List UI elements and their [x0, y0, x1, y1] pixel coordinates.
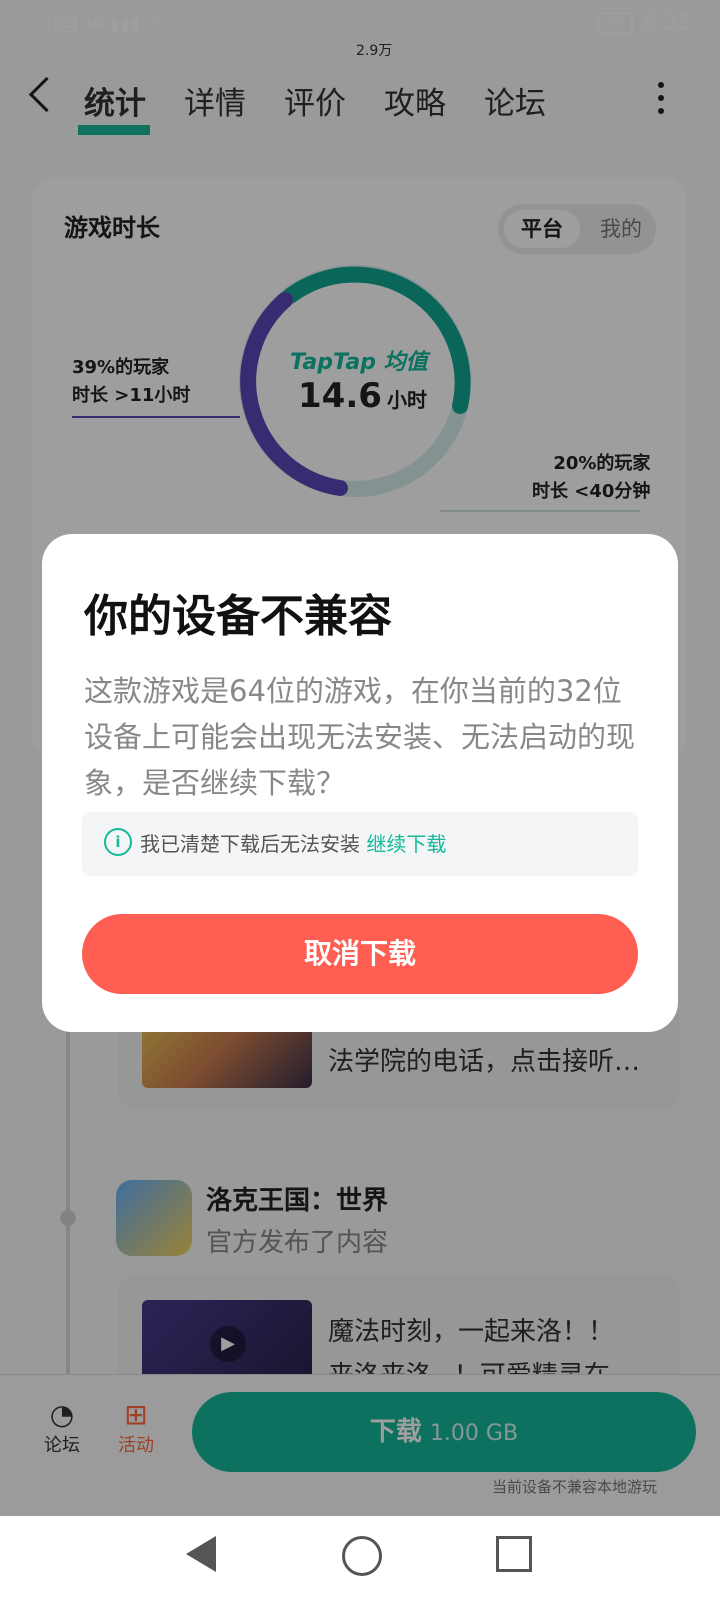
notice-row: 我已清楚下载后无法安装 继续下载	[140, 828, 446, 857]
dialog-body: 这款游戏是64位的游戏，在你当前的32位设备上可能会出现无法安装、无法启动的现象…	[84, 674, 636, 800]
continue-download-link[interactable]: 继续下载	[366, 832, 446, 856]
dialog-title: 你的设备不兼容	[84, 591, 392, 642]
notice-text: 我已清楚下载后无法安装	[140, 832, 360, 856]
info-icon: i	[104, 828, 132, 856]
cancel-download-button[interactable]: 取消下载	[82, 914, 638, 994]
back-nav-icon[interactable]	[186, 1536, 216, 1572]
home-nav-icon[interactable]	[342, 1536, 382, 1576]
recents-nav-icon[interactable]	[496, 1536, 532, 1572]
system-nav-bar	[0, 1516, 720, 1600]
